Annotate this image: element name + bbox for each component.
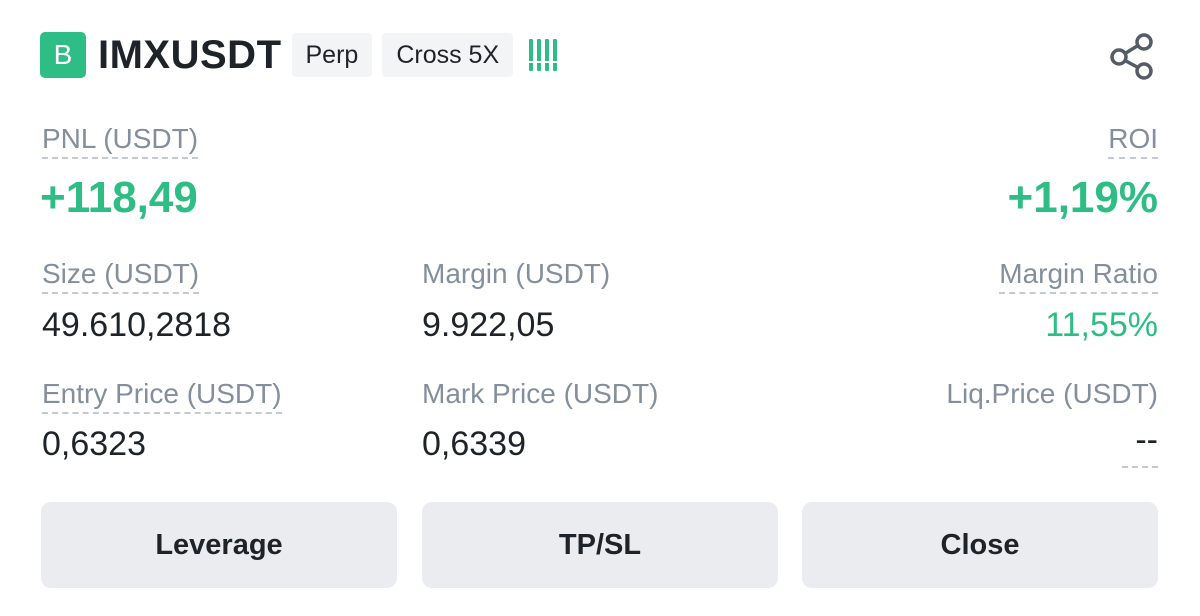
margin-ratio-label[interactable]: Margin Ratio [999,257,1158,294]
liq-price-label: Liq.Price (USDT) [946,378,1158,409]
leverage-button[interactable]: Leverage [41,502,397,588]
margin-mode-tag[interactable]: Cross 5X [382,33,514,77]
liq-price-underline [1122,466,1158,468]
size-value: 49.610,2818 [42,306,232,344]
mark-price-label: Mark Price (USDT) [422,378,659,409]
pnl-value: +118,49 [40,173,198,222]
entry-price-value: 0,6323 [42,425,146,463]
pnl-label[interactable]: PNL (USDT) [42,122,199,159]
roi-label[interactable]: ROI [1108,122,1158,159]
risk-level-icon [529,37,558,73]
perp-tag: Perp [291,33,373,77]
entry-price-label[interactable]: Entry Price (USDT) [42,377,282,414]
margin-ratio-value: 11,55% [1045,306,1158,344]
size-label[interactable]: Size (USDT) [42,257,200,294]
mark-price-value: 0,6339 [422,425,526,463]
margin-value: 9.922,05 [422,306,555,344]
share-icon[interactable] [1108,32,1156,80]
close-button[interactable]: Close [802,502,1158,588]
roi-value: +1,19% [1007,173,1158,222]
liq-price-value[interactable]: -- [1122,420,1158,460]
symbol-title[interactable]: IMXUSDT [98,33,282,78]
tpsl-button[interactable]: TP/SL [422,502,778,588]
margin-label: Margin (USDT) [422,258,611,289]
position-header: B IMXUSDT Perp Cross 5X [40,30,558,80]
side-badge: B [40,32,86,78]
